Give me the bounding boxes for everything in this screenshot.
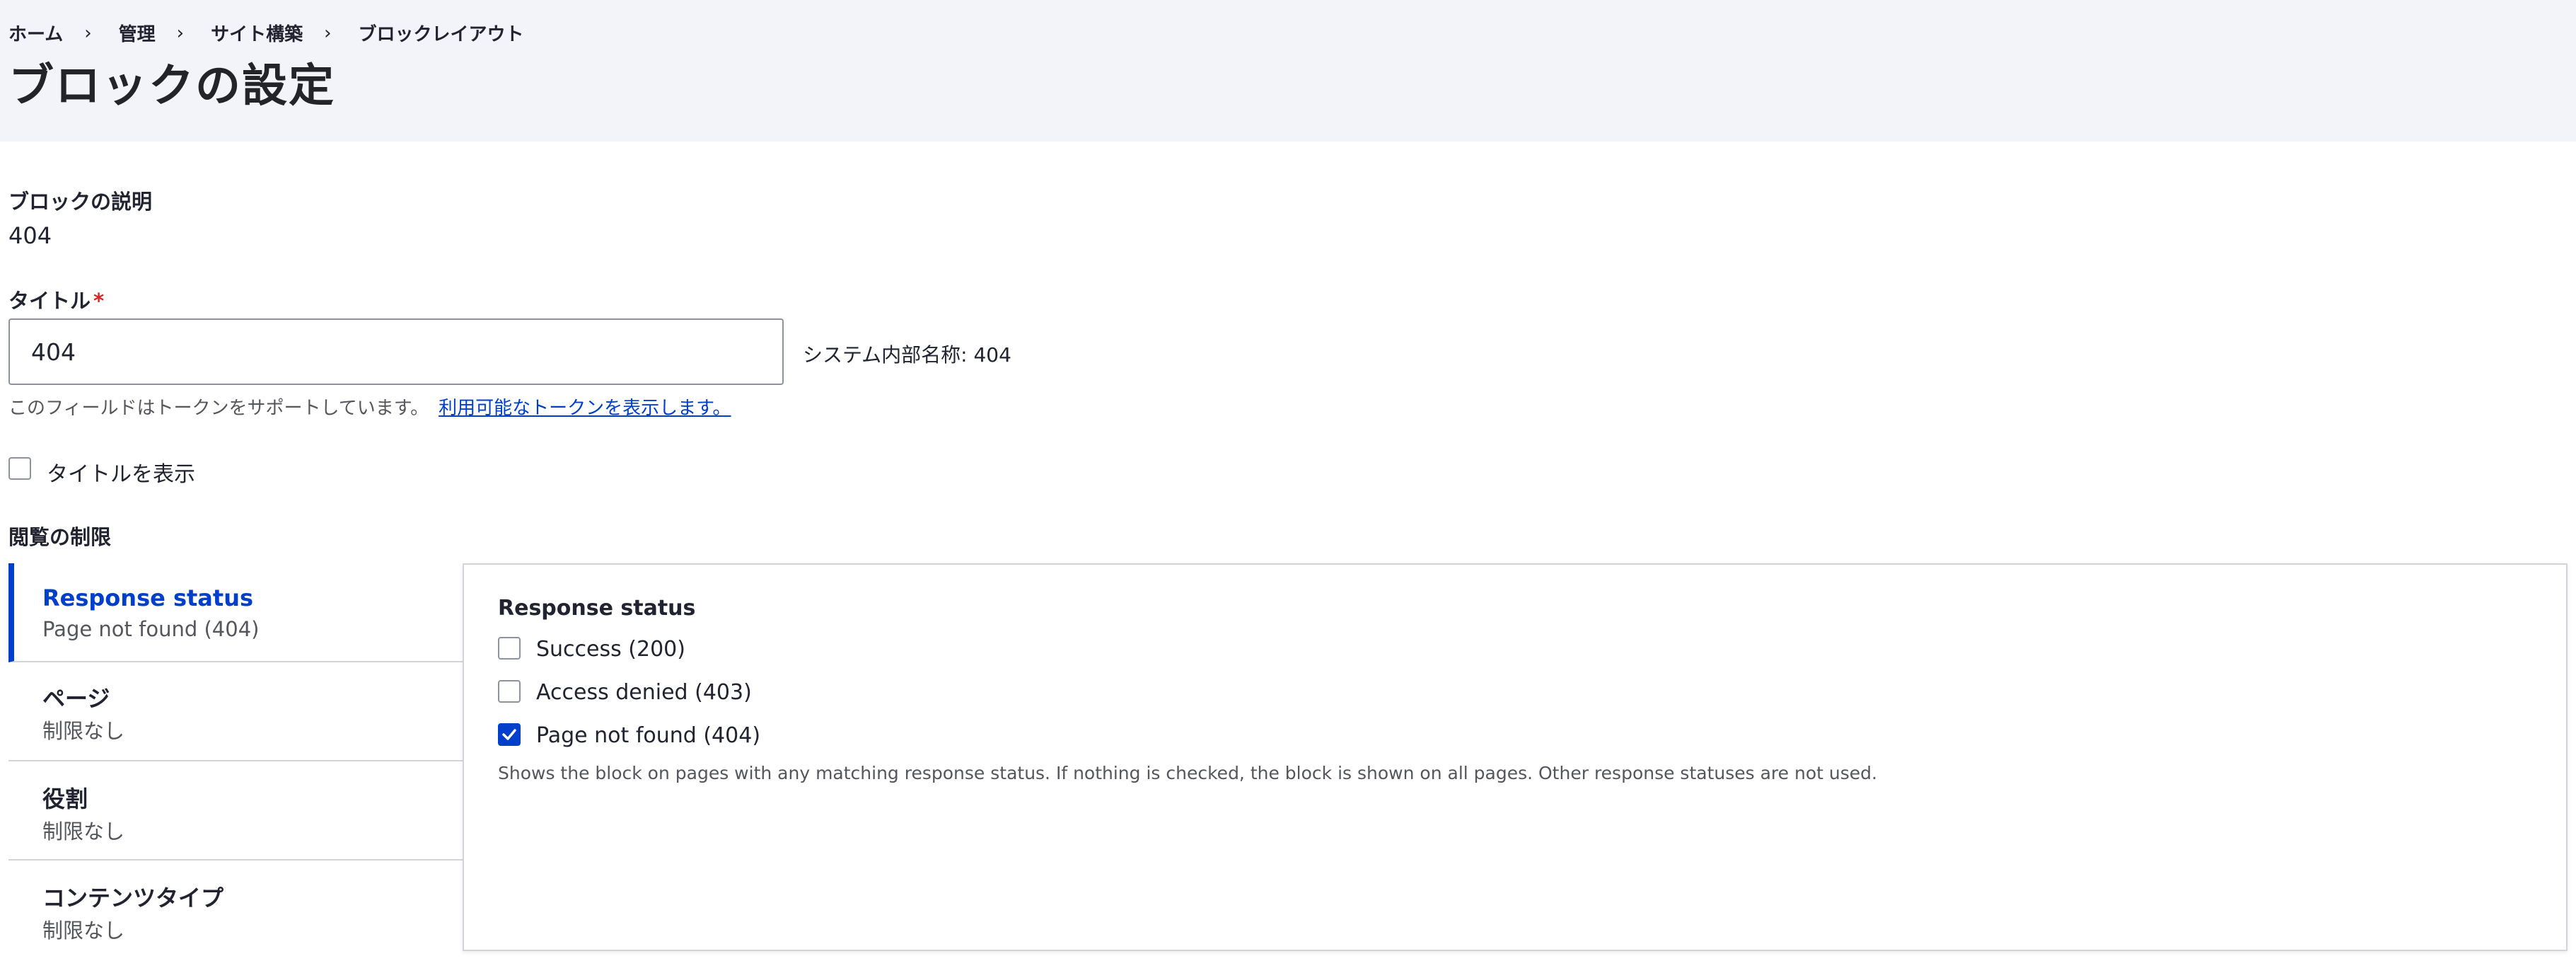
breadcrumb: ホーム › 管理 › サイト構築 › ブロックレイアウト [8, 20, 524, 46]
vtab-summary: 制限なし [42, 919, 125, 943]
block-description-label: ブロックの説明 [8, 190, 153, 214]
breadcrumb-separator: › [324, 22, 332, 44]
block-description-value: 404 [8, 222, 52, 249]
breadcrumb-home[interactable]: ホーム [8, 20, 63, 46]
visibility-label: 閲覧の制限 [8, 525, 112, 549]
breadcrumb-admin[interactable]: 管理 [119, 20, 156, 46]
title-input[interactable] [8, 318, 784, 385]
pane-title: Response status [498, 596, 696, 621]
pane-description: Shows the block on pages with any matchi… [498, 763, 1877, 783]
vtab-roles[interactable]: 役割 制限なし [8, 761, 463, 861]
breadcrumb-structure[interactable]: サイト構築 [211, 20, 303, 46]
vtab-response-status[interactable]: Response status Page not found (404) [8, 563, 463, 662]
checkmark-icon [502, 729, 516, 740]
title-label-text: タイトル [8, 289, 91, 313]
vtab-summary: 制限なし [42, 719, 125, 743]
page-title: ブロックの設定 [8, 60, 335, 113]
vtab-pages[interactable]: ページ 制限なし [8, 662, 463, 761]
access-denied-403-label[interactable]: Access denied (403) [536, 680, 752, 705]
vtab-title: コンテンツタイプ [42, 885, 224, 911]
breadcrumb-separator: › [84, 22, 92, 44]
title-field-description: このフィールドはトークンをサポートしています。 利用可能なトークンを表示します。 [8, 393, 731, 420]
vtab-content-types[interactable]: コンテンツタイプ 制限なし [8, 861, 463, 951]
breadcrumb-separator: › [176, 22, 185, 44]
title-field-label: タイトル * [8, 284, 104, 314]
page-header: ホーム › 管理 › サイト構築 › ブロックレイアウト ブロックの設定 [0, 0, 2576, 142]
token-support-text: このフィールドはトークンをサポートしています。 [8, 398, 429, 419]
vtab-title: Response status [42, 585, 254, 611]
page-not-found-404-label[interactable]: Page not found (404) [536, 723, 760, 748]
vtab-summary: Page not found (404) [42, 617, 260, 641]
machine-name: システム内部名称: 404 [803, 343, 1011, 367]
vtab-pane-response-status: Response status Success (200) Access den… [463, 563, 2568, 951]
display-title-checkbox[interactable] [8, 457, 31, 480]
vtab-summary: 制限なし [42, 819, 125, 844]
access-denied-403-checkbox[interactable] [498, 680, 521, 703]
success-200-label[interactable]: Success (200) [536, 637, 685, 662]
vtab-title: 役割 [42, 786, 88, 812]
required-marker: * [93, 289, 105, 313]
display-title-label[interactable]: タイトルを表示 [47, 456, 195, 488]
page-not-found-404-checkbox[interactable] [498, 723, 521, 746]
breadcrumb-block-layout[interactable]: ブロックレイアウト [358, 20, 523, 46]
token-browser-link[interactable]: 利用可能なトークンを表示します。 [439, 398, 731, 419]
vtab-title: ページ [42, 685, 110, 712]
success-200-checkbox[interactable] [498, 637, 521, 660]
